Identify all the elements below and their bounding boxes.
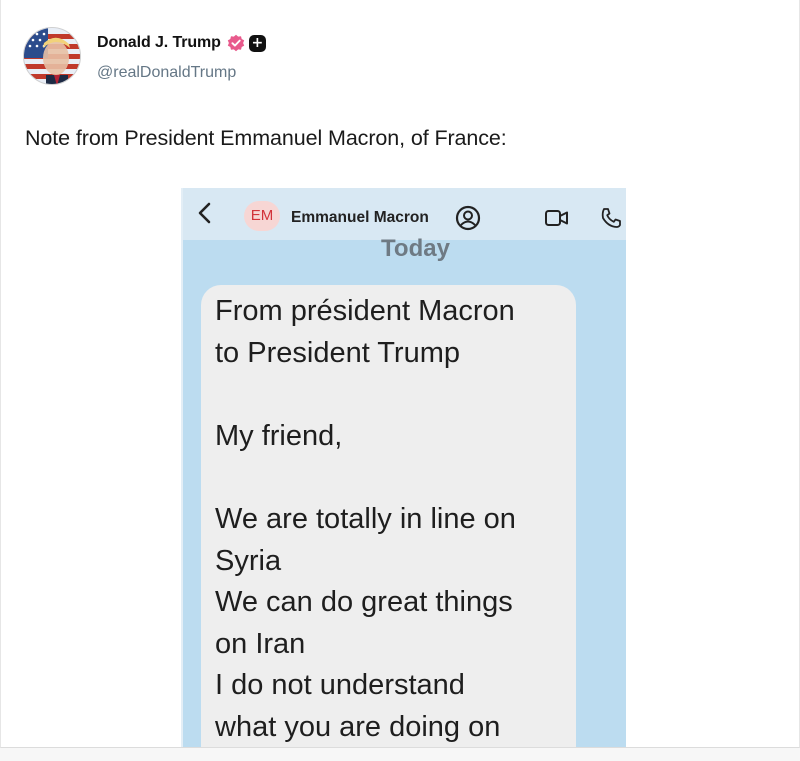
author-name[interactable]: Donald J. Trump [97,34,221,52]
message-header: EM Emmanuel Macron [183,188,626,240]
contact-avatar[interactable]: EM [244,201,280,231]
message-line: Syria [215,544,282,577]
message-line: to President Trump [215,336,460,369]
message-line: We are totally in line on [215,502,516,535]
back-chevron-icon[interactable] [195,201,215,225]
message-line: From président Macron [215,295,515,327]
contact-name[interactable]: Emmanuel Macron [291,209,429,227]
post-card: Donald J. Trump + @realDonaldTrump Note … [0,0,800,748]
message-bubble: From président Macron to President Trump… [201,285,576,747]
avatar-flag-portrait-icon [24,28,80,84]
message-line: I do not understand [215,669,465,702]
verified-badge-icon [227,34,245,52]
contact-profile-icon[interactable] [454,204,482,232]
author-avatar[interactable] [23,27,81,85]
video-call-icon[interactable] [544,208,570,228]
plus-badge-icon: + [248,34,266,52]
message-screenshot: EM Emmanuel Macron Today From président … [181,188,626,747]
message-line: We can do great things [215,586,513,619]
message-line: My friend, [215,419,343,452]
author-row: Donald J. Trump + [97,34,266,52]
author-handle[interactable]: @realDonaldTrump [97,64,236,82]
post-text: Note from President Emmanuel Macron, of … [25,126,507,150]
message-line: on Iran [215,627,306,660]
date-divider: Today [381,235,450,262]
message-line: what you are doing on [215,710,501,743]
phone-call-icon[interactable] [599,206,623,230]
page-bottom-strip [0,748,800,761]
